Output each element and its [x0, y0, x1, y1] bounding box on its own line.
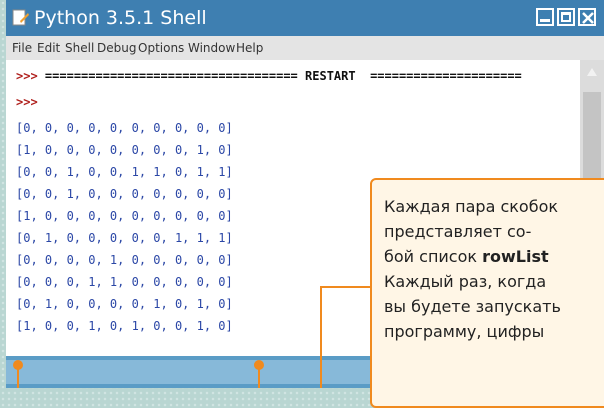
callout-line: вы будете запускать [384, 297, 561, 316]
menu-bar: File Edit Shell Debug Options Window Hel… [6, 36, 604, 60]
annotation-line [17, 364, 19, 388]
menu-shell[interactable]: Shell [65, 41, 94, 55]
row-list-output: [0, 0, 0, 1, 1, 0, 0, 0, 0, 0] [16, 275, 233, 289]
row-list-output: [0, 0, 0, 0, 1, 0, 0, 0, 0, 0] [16, 253, 233, 267]
menu-edit[interactable]: Edit [37, 41, 60, 55]
row-list-output: [1, 0, 0, 0, 0, 0, 0, 0, 0, 0] [16, 209, 233, 223]
annotation-callout: Каждая пара скобок представляет со- бой … [370, 178, 604, 408]
prompt: >>> [16, 69, 38, 83]
prompt: >>> [16, 95, 38, 109]
callout-text: Каждая пара скобок представляет со- бой … [384, 194, 604, 344]
annotation-line [320, 286, 322, 388]
title-bar[interactable]: Python 3.5.1 Shell [6, 0, 604, 36]
callout-line: представляет со- [384, 222, 532, 241]
callout-code-term: rowList [482, 247, 549, 266]
idle-app-icon [12, 9, 29, 26]
window-title: Python 3.5.1 Shell [34, 7, 207, 29]
row-list-output: [1, 0, 0, 0, 0, 0, 0, 0, 1, 0] [16, 143, 233, 157]
maximize-icon[interactable] [557, 8, 575, 26]
callout-line: Каждый раз, когда [384, 272, 547, 291]
row-list-output: [0, 1, 0, 0, 0, 0, 0, 1, 1, 1] [16, 231, 233, 245]
row-list-output: [0, 0, 1, 0, 0, 1, 1, 0, 1, 1] [16, 165, 233, 179]
annotation-line [320, 286, 372, 288]
menu-file[interactable]: File [12, 41, 32, 55]
row-list-output: [0, 0, 1, 0, 0, 0, 0, 0, 0, 0] [16, 187, 233, 201]
menu-window[interactable]: Window [188, 41, 235, 55]
menu-debug[interactable]: Debug [97, 41, 136, 55]
restart-rule-right: ===================== [370, 69, 522, 83]
menu-help[interactable]: Help [236, 41, 263, 55]
row-list-output: [1, 0, 0, 1, 0, 1, 0, 0, 1, 0] [16, 319, 233, 333]
scroll-up-icon[interactable] [584, 64, 600, 80]
row-list-output: [0, 1, 0, 0, 0, 0, 1, 0, 1, 0] [16, 297, 233, 311]
restart-rule-left: =================================== [44, 69, 298, 83]
close-icon[interactable] [578, 8, 596, 26]
menu-options[interactable]: Options [138, 41, 184, 55]
callout-line: бой список [384, 247, 483, 266]
annotation-line [258, 364, 260, 388]
callout-line: Каждая пара скобок [384, 197, 559, 216]
row-list-output: [0, 0, 0, 0, 0, 0, 0, 0, 0, 0] [16, 121, 233, 135]
restart-line: >>> =================================== … [16, 68, 522, 84]
minimize-icon[interactable] [536, 8, 554, 26]
restart-label: RESTART [305, 69, 356, 83]
callout-line: программу, цифры [384, 322, 545, 341]
